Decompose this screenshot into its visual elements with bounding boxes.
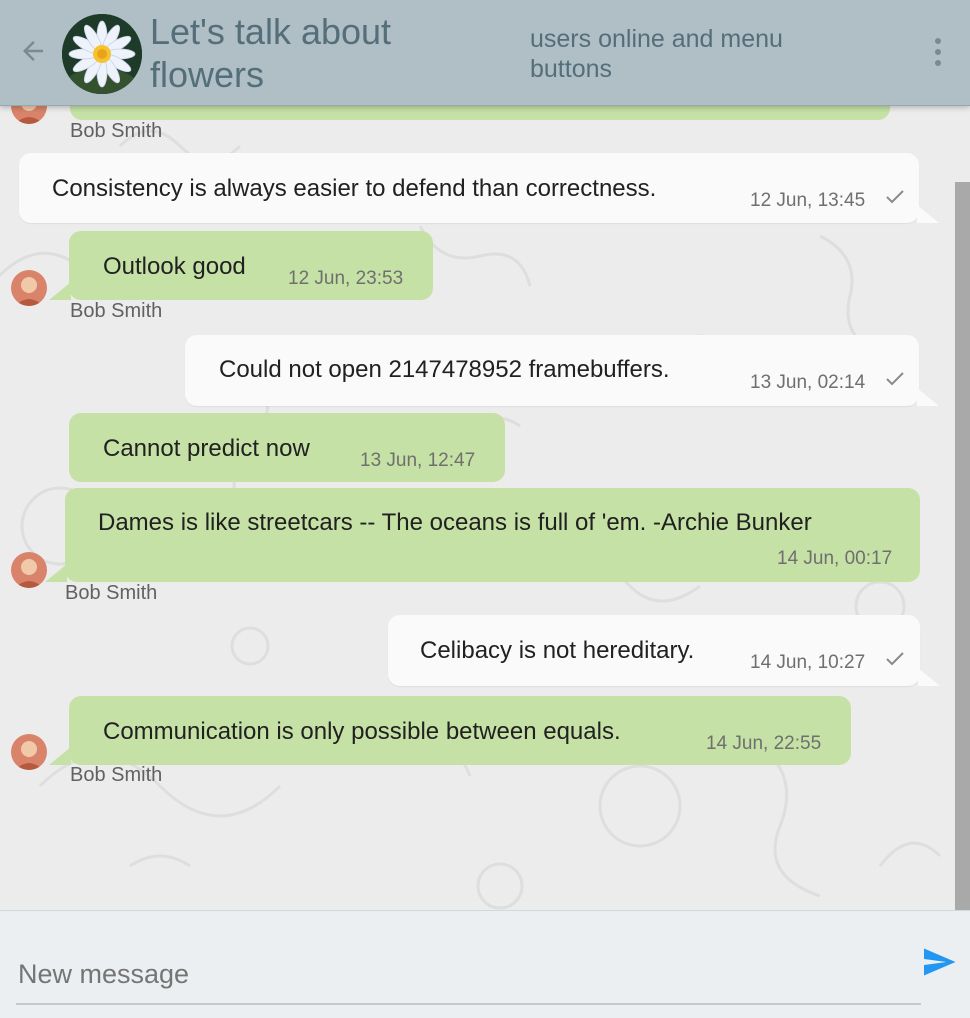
bubble-tail <box>918 668 940 686</box>
avatar[interactable] <box>11 734 47 770</box>
bubble-tail <box>917 205 939 223</box>
message-time: 13 Jun, 12:47 <box>360 450 476 471</box>
message-text: Cannot predict now <box>103 435 310 462</box>
header-status: users online and menu buttons <box>530 25 783 83</box>
sender-name: Bob Smith <box>70 120 163 142</box>
sender-name: Bob Smith <box>65 582 158 604</box>
message-text: Outlook good <box>103 253 246 280</box>
composer <box>0 910 970 1018</box>
message-text: Consistency is always easier to defend t… <box>52 175 657 202</box>
message-bubble-outgoing[interactable]: Consistency is always easier to defend t… <box>19 153 919 223</box>
message-time: 12 Jun, 13:45 <box>750 190 866 211</box>
checkmark-icon <box>886 652 904 666</box>
lotus-flower-image <box>62 14 142 94</box>
chat-header: Let's talk about flowers users online an… <box>0 0 970 106</box>
bubble-tail <box>917 388 939 406</box>
message-bubble-outgoing[interactable]: Celibacy is not hereditary. 14 Jun, 10:2… <box>388 615 920 686</box>
checkmark-icon <box>886 190 904 204</box>
send-icon <box>924 948 956 976</box>
message-bubble-outgoing[interactable]: Could not open 2147478952 framebuffers. … <box>185 335 919 406</box>
message-bubble-incoming[interactable]: Cannot predict now 13 Jun, 12:47 <box>69 413 505 482</box>
bubble-tail <box>49 747 71 765</box>
message-input[interactable] <box>16 945 921 1005</box>
message-bubble-incoming[interactable]: Outlook good 12 Jun, 23:53 <box>69 231 433 300</box>
sender-name: Bob Smith <box>70 764 163 786</box>
avatar[interactable] <box>11 552 47 588</box>
send-button[interactable] <box>920 944 958 980</box>
message-text: Celibacy is not hereditary. <box>420 637 695 664</box>
message-bubble-incoming[interactable] <box>70 106 890 120</box>
message-text: Dames is like streetcars -- The oceans i… <box>98 509 812 536</box>
message-time: 14 Jun, 00:17 <box>777 548 893 569</box>
avatar[interactable] <box>11 270 47 306</box>
message-list[interactable]: Bob Smith Consistency is always easier t… <box>0 106 970 910</box>
message-bubble-incoming[interactable]: Dames is like streetcars -- The oceans i… <box>65 488 920 582</box>
topic-title: Let's talk about flowers <box>150 11 392 95</box>
menu-button[interactable] <box>924 34 952 70</box>
message-time: 14 Jun, 22:55 <box>706 733 822 754</box>
bubble-tail <box>45 564 67 582</box>
sender-name: Bob Smith <box>70 300 163 322</box>
topic-avatar[interactable] <box>62 14 142 94</box>
bubble-tail <box>49 282 71 300</box>
back-button[interactable] <box>16 34 50 68</box>
message-bubble-incoming[interactable]: Communication is only possible between e… <box>69 696 851 765</box>
message-time: 12 Jun, 23:53 <box>288 268 404 289</box>
scrollbar-thumb[interactable] <box>955 182 970 910</box>
message-text: Communication is only possible between e… <box>103 718 621 745</box>
arrow-left-icon <box>23 41 43 61</box>
message-time: 14 Jun, 10:27 <box>750 652 866 673</box>
message-time: 13 Jun, 02:14 <box>750 372 866 393</box>
message-text: Could not open 2147478952 framebuffers. <box>219 356 670 383</box>
checkmark-icon <box>886 372 904 386</box>
